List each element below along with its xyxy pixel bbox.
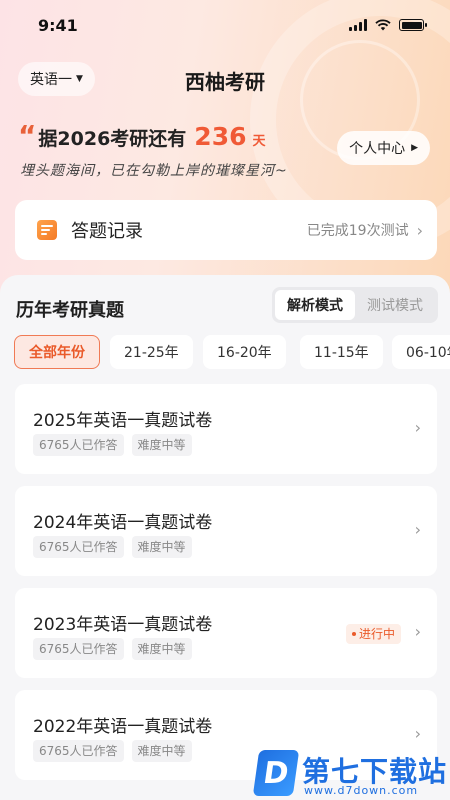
paper-card-2024[interactable]: 2024年英语一真题试卷 6765人已作答 难度中等 › [15,486,437,576]
paper-title: 2024年英语一真题试卷 [33,513,213,533]
exam-countdown: “ 据2026考研还有 236 天 [18,119,266,152]
past-papers-panel: 历年考研真题 解析模式 测试模式 全部年份 21-25年 16-20年 11-1… [0,275,450,800]
year-tab-16-20[interactable]: 16-20年 [203,335,286,369]
battery-icon [399,19,427,31]
year-tab-all[interactable]: 全部年份 [14,335,100,369]
record-status: 已完成19次测试 [306,223,409,239]
profile-center-label: 个人中心 [349,141,406,157]
chevron-right-icon: › [416,220,423,240]
chevron-right-icon: › [414,622,421,641]
paper-card-2023[interactable]: 2023年英语一真题试卷 6765人已作答 难度中等 进行中 › [15,588,437,678]
countdown-prefix: 据2026考研还有 [38,128,187,150]
paper-tags: 6765人已作答 难度中等 [33,536,192,558]
signal-icon [349,19,367,31]
difficulty-tag: 难度中等 [131,638,192,660]
section-title: 历年考研真题 [16,300,124,321]
tab-analysis-mode[interactable]: 解析模式 [275,290,355,320]
difficulty-tag: 难度中等 [131,434,192,456]
top-nav: 英语一 ▼ 西柚考研 [0,60,450,100]
chevron-right-icon: › [414,418,421,437]
answer-record-card[interactable]: 答题记录 已完成19次测试 › [15,200,437,260]
year-tab-06-10[interactable]: 06-10年 [392,335,450,369]
status-bar: 9:41 [0,0,450,50]
answered-count-tag: 6765人已作答 [33,740,124,762]
quote-icon: “ [18,119,37,152]
wifi-icon [375,19,391,31]
slogan: 埋头题海间，已在勾勒上岸的璀璨星河~ [20,163,288,179]
record-title: 答题记录 [71,221,143,242]
difficulty-tag: 难度中等 [131,740,192,762]
mode-toggle: 解析模式 测试模式 [272,287,438,323]
paper-tags: 6765人已作答 难度中等 [33,740,192,762]
in-progress-badge: 进行中 [345,624,401,644]
status-time: 9:41 [38,15,78,35]
answered-count-tag: 6765人已作答 [33,536,124,558]
caret-right-icon: ▶ [411,143,418,153]
paper-title: 2025年英语一真题试卷 [33,411,213,431]
status-dot-icon [351,632,356,636]
watermark-url: www.d7down.com [304,784,419,797]
year-filter-tabs: 全部年份 21-25年 16-20年 11-15年 06-10年 [14,335,450,369]
difficulty-tag: 难度中等 [131,536,192,558]
year-tab-11-15[interactable]: 11-15年 [300,335,383,369]
in-progress-label: 进行中 [358,627,395,641]
paper-tags: 6765人已作答 难度中等 [33,638,192,660]
year-tab-21-25[interactable]: 21-25年 [110,335,193,369]
answered-count-tag: 6765人已作答 [33,638,124,660]
paper-title: 2023年英语一真题试卷 [33,615,213,635]
countdown-unit: 天 [252,134,266,149]
answered-count-tag: 6765人已作答 [33,434,124,456]
paper-card-2025[interactable]: 2025年英语一真题试卷 6765人已作答 难度中等 › [15,384,437,474]
profile-center-button[interactable]: 个人中心 ▶ [337,131,430,165]
paper-tags: 6765人已作答 难度中等 [33,434,192,456]
site-watermark: D 第七下载站 www.d7down.com [252,748,448,800]
chevron-right-icon: › [414,520,421,539]
record-icon [37,220,57,240]
chevron-right-icon: › [414,724,421,743]
watermark-logo-icon: D [252,750,300,796]
status-icons [349,19,427,31]
countdown-days: 236 [194,122,247,151]
app-title: 西柚考研 [185,70,265,94]
paper-title: 2022年英语一真题试卷 [33,717,213,737]
tab-test-mode[interactable]: 测试模式 [355,290,435,320]
